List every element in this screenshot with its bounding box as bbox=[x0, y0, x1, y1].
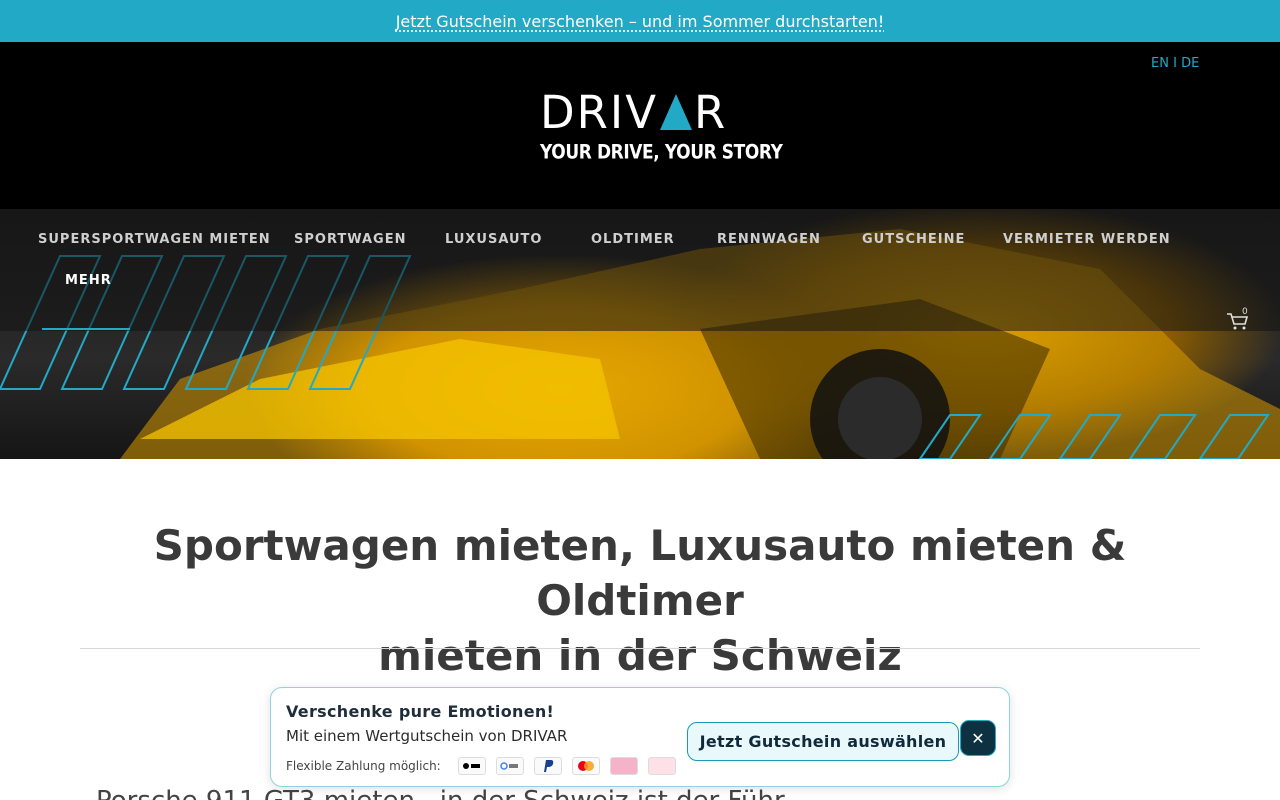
logo-tagline: YOUR DRIVE, YOUR STORY bbox=[540, 141, 783, 164]
nav-item-sportwagen[interactable]: SPORTWAGEN bbox=[294, 232, 406, 247]
twint-icon bbox=[610, 757, 638, 775]
promo-link[interactable]: Jetzt Gutschein verschenken – und im Som… bbox=[396, 12, 885, 31]
nav-item-gutscheine[interactable]: GUTSCHEINE bbox=[862, 232, 965, 247]
page-title-line2: mieten in der Schweiz bbox=[378, 631, 902, 680]
nav-item-mehr[interactable]: MEHR bbox=[65, 273, 112, 288]
apple-pay-icon bbox=[458, 757, 486, 775]
klarna-icon bbox=[648, 757, 676, 775]
promo-bar: Jetzt Gutschein verschenken – und im Som… bbox=[0, 0, 1280, 42]
cart-count-badge: 0 bbox=[1242, 307, 1248, 317]
nav-item-rennwagen[interactable]: RENNWAGEN bbox=[717, 232, 821, 247]
payment-icons bbox=[458, 757, 676, 775]
mastercard-icon bbox=[572, 757, 600, 775]
lang-separator: I bbox=[1168, 56, 1182, 71]
lang-de-link[interactable]: DE bbox=[1181, 56, 1199, 71]
intro-text-partial: Porsche 911 GT3 mieten , in der Schweiz … bbox=[96, 786, 785, 800]
main-nav: SUPERSPORTWAGEN MIETEN SPORTWAGEN LUXUSA… bbox=[0, 209, 1280, 331]
choose-voucher-button[interactable]: Jetzt Gutschein auswählen bbox=[687, 722, 959, 761]
logo-wordmark: DRIV R bbox=[540, 90, 742, 135]
logo-triangle-icon bbox=[659, 94, 692, 130]
payment-label: Flexible Zahlung möglich: bbox=[286, 759, 441, 773]
nav-item-vermieter-werden[interactable]: VERMIETER WERDEN bbox=[1003, 232, 1171, 247]
close-popup-button[interactable]: ✕ bbox=[960, 720, 996, 756]
nav-item-supersportwagen[interactable]: SUPERSPORTWAGEN MIETEN bbox=[38, 232, 271, 247]
lang-en-link[interactable]: EN bbox=[1151, 56, 1169, 71]
voucher-popup: Verschenke pure Emotionen! Mit einem Wer… bbox=[270, 687, 1010, 787]
drivar-logo[interactable]: DRIV R YOUR DRIVE, YOUR STORY bbox=[540, 90, 783, 166]
site-header: EN I DE DRIV R YOUR DRIVE, YOUR STORY bbox=[0, 42, 1280, 209]
popup-title: Verschenke pure Emotionen! bbox=[286, 702, 555, 721]
nav-item-oldtimer[interactable]: OLDTIMER bbox=[591, 232, 675, 247]
page-title: Sportwagen mieten, Luxusauto mieten & Ol… bbox=[80, 518, 1200, 683]
logo-word-right: R bbox=[693, 86, 728, 139]
nav-active-indicator bbox=[42, 328, 130, 330]
google-pay-icon bbox=[496, 757, 524, 775]
logo-word-left: DRIV bbox=[540, 86, 658, 139]
title-divider bbox=[80, 648, 1200, 649]
language-switcher: EN I DE bbox=[1151, 56, 1199, 71]
popup-subtitle: Mit einem Wertgutschein von DRIVAR bbox=[286, 727, 568, 745]
paypal-icon bbox=[534, 757, 562, 775]
nav-item-luxusauto[interactable]: LUXUSAUTO bbox=[445, 232, 542, 247]
page-title-line1: Sportwagen mieten, Luxusauto mieten & Ol… bbox=[153, 521, 1127, 625]
